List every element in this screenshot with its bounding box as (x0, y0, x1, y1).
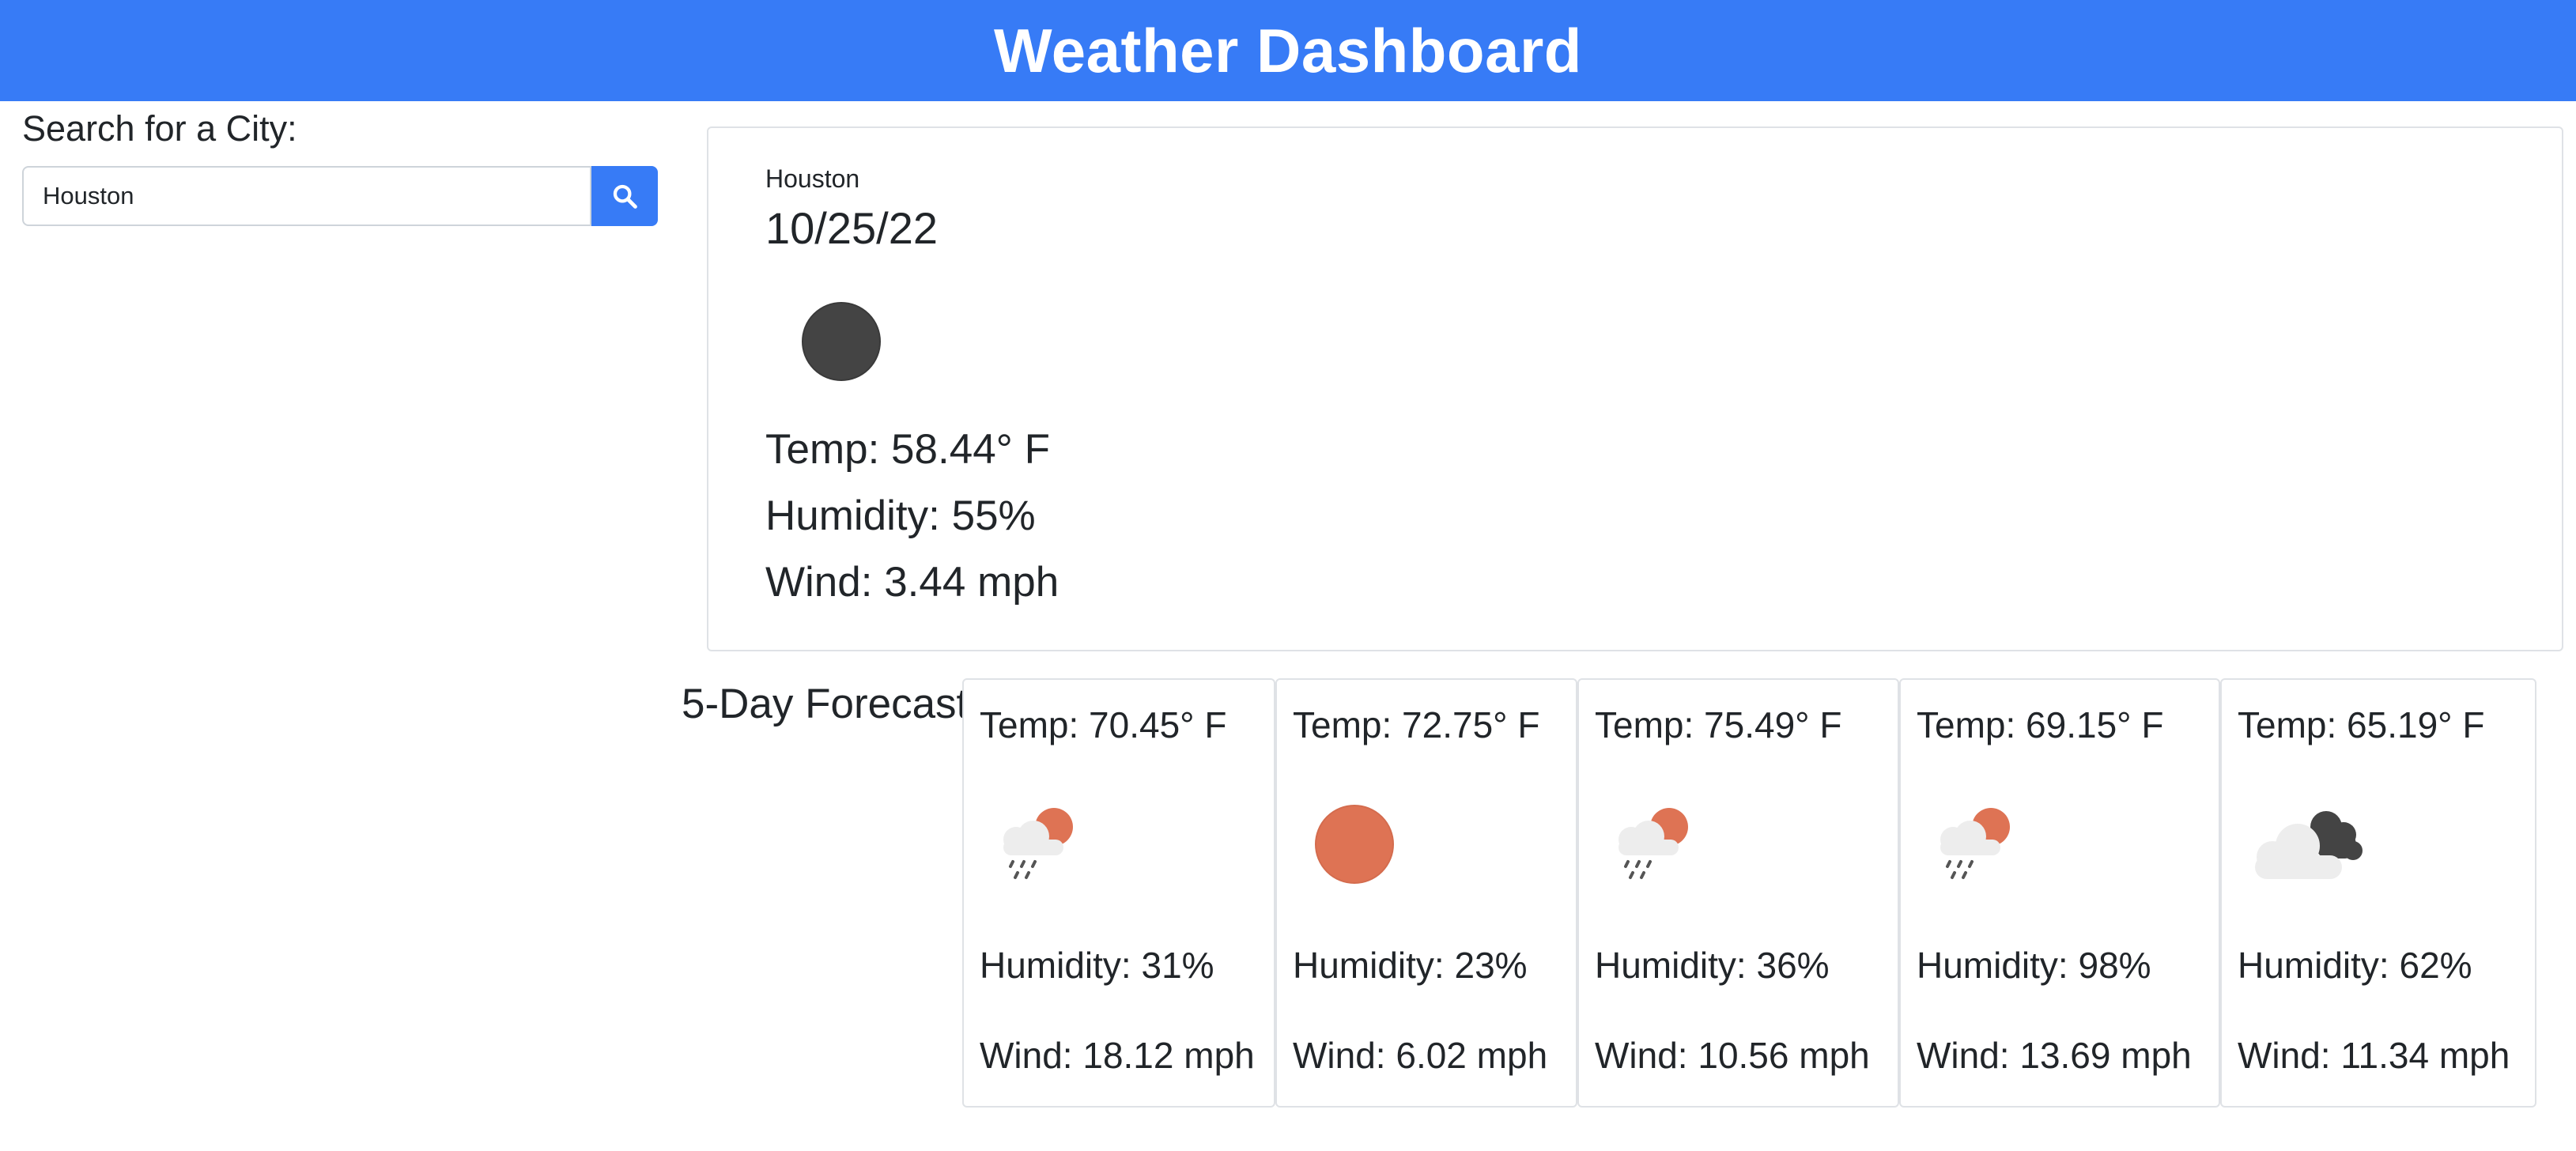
page-title: Weather Dashboard (994, 15, 1582, 85)
forecast-card-day-3: Temp: 75.49° F Humidity: 36% Wind: 10.56… (1577, 678, 1899, 1108)
forecast-heading: 5-Day Forecast (682, 681, 963, 727)
forecast-card-day-1: Temp: 70.45° F Humidity: 31% Wind: 18.12… (962, 678, 1275, 1108)
search-button[interactable] (591, 166, 658, 226)
forecast-wind: Wind: 13.69 mph (1917, 1035, 2192, 1076)
forecast-temp: Temp: 75.49° F (1595, 704, 1842, 745)
forecast-humidity: Humidity: 31% (980, 945, 1214, 986)
current-weather-card: Houston 10/25/22 Temp: 58.44° F Humidity… (707, 126, 2563, 651)
clear-night-icon (802, 302, 881, 381)
forecast-wind: Wind: 11.34 mph (2238, 1035, 2510, 1076)
forecast-temp: Temp: 72.75° F (1293, 704, 1540, 745)
forecast-temp: Temp: 70.45° F (980, 704, 1227, 745)
cloudy-night-icon (2255, 811, 2363, 879)
current-wind: Wind: 3.44 mph (765, 559, 1059, 606)
forecast-humidity: Humidity: 62% (2238, 945, 2472, 986)
forecast-humidity: Humidity: 23% (1293, 945, 1528, 986)
search-label: Search for a City: (22, 108, 297, 149)
forecast-card-day-5: Temp: 65.19° F Humidity: 62% Wind: 11.34… (2220, 678, 2536, 1108)
forecast-wind: Wind: 6.02 mph (1293, 1035, 1548, 1076)
forecast-card-day-2: Temp: 72.75° F Humidity: 23% Wind: 6.02 … (1275, 678, 1577, 1108)
clear-day-icon (1315, 805, 1394, 884)
current-date: 10/25/22 (765, 203, 938, 253)
current-humidity: Humidity: 55% (765, 492, 1036, 539)
forecast-wind: Wind: 10.56 mph (1595, 1035, 1870, 1076)
city-search-input[interactable] (22, 166, 591, 226)
current-city-name: Houston (765, 164, 860, 193)
app-header: Weather Dashboard (0, 0, 2576, 101)
forecast-temp: Temp: 69.15° F (1917, 704, 2164, 745)
search-icon (613, 184, 637, 209)
current-temp: Temp: 58.44° F (765, 426, 1050, 473)
forecast-wind: Wind: 18.12 mph (980, 1035, 1255, 1076)
forecast-temp: Temp: 65.19° F (2238, 704, 2485, 745)
forecast-humidity: Humidity: 98% (1917, 945, 2151, 986)
rain-sun-icon (1003, 808, 1073, 879)
rain-sun-icon (1940, 808, 2010, 879)
rain-sun-icon (1618, 808, 1688, 879)
forecast-card-day-4: Temp: 69.15° F Humidity: 98% Wind: 13.69… (1899, 678, 2220, 1108)
forecast-humidity: Humidity: 36% (1595, 945, 1830, 986)
